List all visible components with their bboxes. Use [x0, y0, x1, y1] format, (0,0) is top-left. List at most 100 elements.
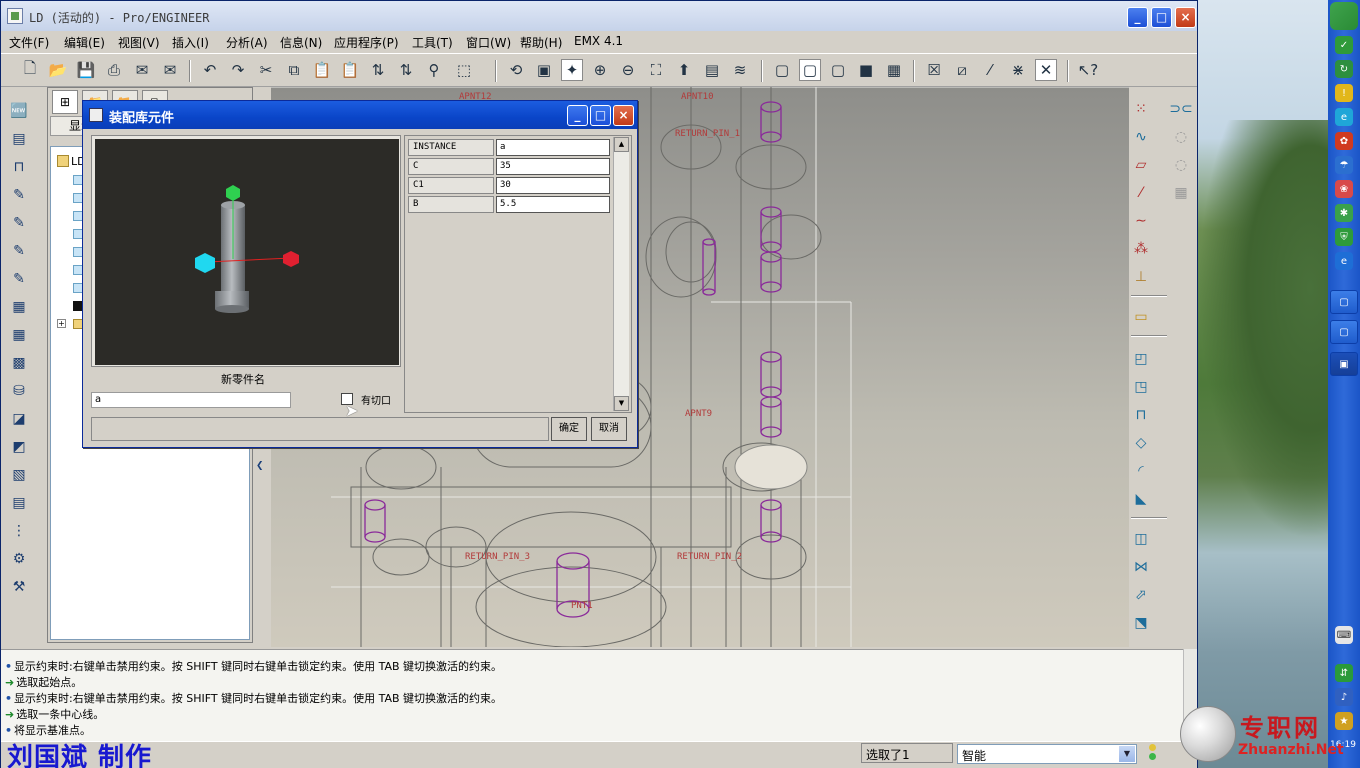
collapse-arrow-icon[interactable]: ❮ [256, 461, 264, 471]
new-icon[interactable]: 🗋 [19, 59, 41, 81]
menu-file[interactable]: 文件(F) [9, 34, 49, 51]
gate-icon[interactable]: ✎ [7, 267, 31, 291]
enhanced-realism-icon[interactable]: ▦ [883, 59, 905, 81]
datum-point-label[interactable]: APNT10 [681, 92, 714, 102]
scroll-up-icon[interactable]: ▲ [614, 137, 629, 152]
dialog-close-button[interactable]: × [613, 105, 634, 126]
sketched-curve-icon[interactable]: ∼ [1129, 209, 1153, 233]
slider-icon[interactable]: ◪ [7, 407, 31, 431]
datum-axis-icon[interactable]: ⧄ [951, 59, 973, 81]
menu-edit[interactable]: 编辑(E) [64, 34, 105, 51]
paste-icon[interactable]: 📋 [311, 59, 333, 81]
chevron-down-icon[interactable]: ▼ [1119, 746, 1135, 762]
datum-point-label[interactable]: PNT1 [571, 601, 593, 611]
security-icon[interactable]: ⛨ [1335, 228, 1353, 246]
trim-icon[interactable]: ⬔ [1129, 611, 1153, 635]
cooling-icon[interactable]: ▦ [7, 323, 31, 347]
network-icon[interactable]: ⇵ [1335, 664, 1353, 682]
flower-icon[interactable]: ❀ [1335, 180, 1353, 198]
datum-point-label[interactable]: RETURN_PIN_1 [675, 129, 740, 139]
stack-icon[interactable]: ▤ [7, 491, 31, 515]
rib-icon[interactable]: ⊓ [1129, 403, 1153, 427]
tool-icon[interactable]: ⚒ [7, 575, 31, 599]
dialog-minimize-button[interactable]: _ [567, 105, 588, 126]
ok-button[interactable]: 确定 [551, 417, 587, 441]
cut-icon[interactable]: ✂ [255, 59, 277, 81]
cancel-button[interactable]: 取消 [591, 417, 627, 441]
maximize-button[interactable]: □ [1151, 7, 1172, 28]
menu-insert[interactable]: 插入(I) [172, 34, 209, 51]
view-manager-icon[interactable]: ▣ [533, 59, 555, 81]
refit-icon[interactable]: ⛶ [645, 59, 667, 81]
umbrella-icon[interactable]: ☂ [1335, 156, 1353, 174]
shading-icon[interactable]: ■ [855, 59, 877, 81]
hole-icon[interactable]: ◰ [1129, 347, 1153, 371]
tab-model-tree[interactable]: ⊞ [52, 90, 78, 114]
wireframe-icon[interactable]: ▢ [771, 59, 793, 81]
context-help-icon[interactable]: ↖? [1077, 59, 1099, 81]
assembly-icon[interactable]: ⋮ [7, 519, 31, 543]
send2-icon[interactable]: ✉ [159, 59, 181, 81]
sketch-icon[interactable]: ⊃⊂ [1169, 97, 1193, 121]
param-value-input[interactable]: 5.5 [496, 196, 610, 213]
menu-help[interactable]: 帮助(H) [520, 34, 562, 51]
datum-points-display-icon[interactable]: ✕ [1035, 59, 1057, 81]
draft-icon[interactable]: ◇ [1129, 431, 1153, 455]
start-button[interactable] [1330, 2, 1358, 30]
pin-icon[interactable]: ✎ [7, 211, 31, 235]
menu-analysis[interactable]: 分析(A) [226, 34, 268, 51]
dialog-maximize-button[interactable]: □ [590, 105, 611, 126]
layers-icon[interactable]: ≋ [729, 59, 751, 81]
refresh-icon[interactable]: ↻ [1335, 60, 1353, 78]
shield-icon[interactable]: ✓ [1335, 36, 1353, 54]
spin-center-icon[interactable]: ✦ [561, 59, 583, 81]
datum-display-icon[interactable]: ⁙ [1129, 97, 1153, 121]
mechanism-icon[interactable]: ⚙ [7, 547, 31, 571]
volume-icon[interactable]: ♪ [1335, 688, 1353, 706]
taskbar-button[interactable]: ▢ [1330, 290, 1358, 314]
pinwheel-icon[interactable]: ✱ [1335, 204, 1353, 222]
menu-view[interactable]: 视图(V) [118, 34, 160, 51]
print-icon[interactable]: ⎙ [103, 59, 125, 81]
warning-icon[interactable]: ! [1335, 84, 1353, 102]
new-part-name-input[interactable]: a [91, 392, 291, 408]
send-icon[interactable]: ✉ [131, 59, 153, 81]
orient-icon[interactable]: ⟲ [505, 59, 527, 81]
pattern-icon[interactable]: ◫ [1129, 527, 1153, 551]
menu-applications[interactable]: 应用程序(P) [334, 34, 399, 51]
curve-icon[interactable]: ∿ [1129, 125, 1153, 149]
datum-plane-icon[interactable]: ☒ [923, 59, 945, 81]
param-value-input[interactable]: 35 [496, 158, 610, 175]
taskbar-button-active[interactable]: ▣ [1330, 352, 1358, 376]
lifter-icon[interactable]: ◩ [7, 435, 31, 459]
reorient-icon[interactable]: ⬆ [673, 59, 695, 81]
round-icon[interactable]: ◜ [1129, 459, 1153, 483]
datum-point-label[interactable]: APNT9 [685, 409, 712, 419]
taskbar-button[interactable]: ▢ [1330, 320, 1358, 344]
open-icon[interactable]: 📂 [47, 59, 69, 81]
selection-filter-select[interactable]: 智能 ▼ [957, 744, 1137, 764]
paste-special-icon[interactable]: 📋 [339, 59, 361, 81]
scroll-down-icon[interactable]: ▼ [614, 396, 629, 411]
datum-plane-icon[interactable]: ▱ [1129, 153, 1153, 177]
ie-icon[interactable]: e [1335, 252, 1353, 270]
regenerate-icon[interactable]: ⇅ [367, 59, 389, 81]
ejector-icon[interactable]: ✎ [7, 183, 31, 207]
zoom-out-icon[interactable]: ⊖ [617, 59, 639, 81]
redo-icon[interactable]: ↷ [227, 59, 249, 81]
datum-point-icon[interactable]: ⁄ [979, 59, 1001, 81]
regen-manager-icon[interactable]: ⇅ [395, 59, 417, 81]
datum-point-label[interactable]: RETURN_PIN_2 [677, 552, 742, 562]
save-icon[interactable]: 💾 [75, 59, 97, 81]
chamfer-icon[interactable]: ◣ [1129, 487, 1153, 511]
sprue-icon[interactable]: ✎ [7, 239, 31, 263]
analysis-icon[interactable]: ▭ [1129, 305, 1153, 329]
datum-axis-icon[interactable]: ⁄ [1129, 181, 1153, 205]
select-box-icon[interactable]: ⬚ [453, 59, 475, 81]
game-icon[interactable]: ✿ [1335, 132, 1353, 150]
parameter-scrollbar[interactable]: ▲ ▼ [613, 137, 629, 411]
browser-icon[interactable]: e [1335, 108, 1353, 126]
datum-point-label[interactable]: RETURN_PIN_3 [465, 552, 530, 562]
shell-icon[interactable]: ◳ [1129, 375, 1153, 399]
menu-info[interactable]: 信息(N) [280, 34, 322, 51]
